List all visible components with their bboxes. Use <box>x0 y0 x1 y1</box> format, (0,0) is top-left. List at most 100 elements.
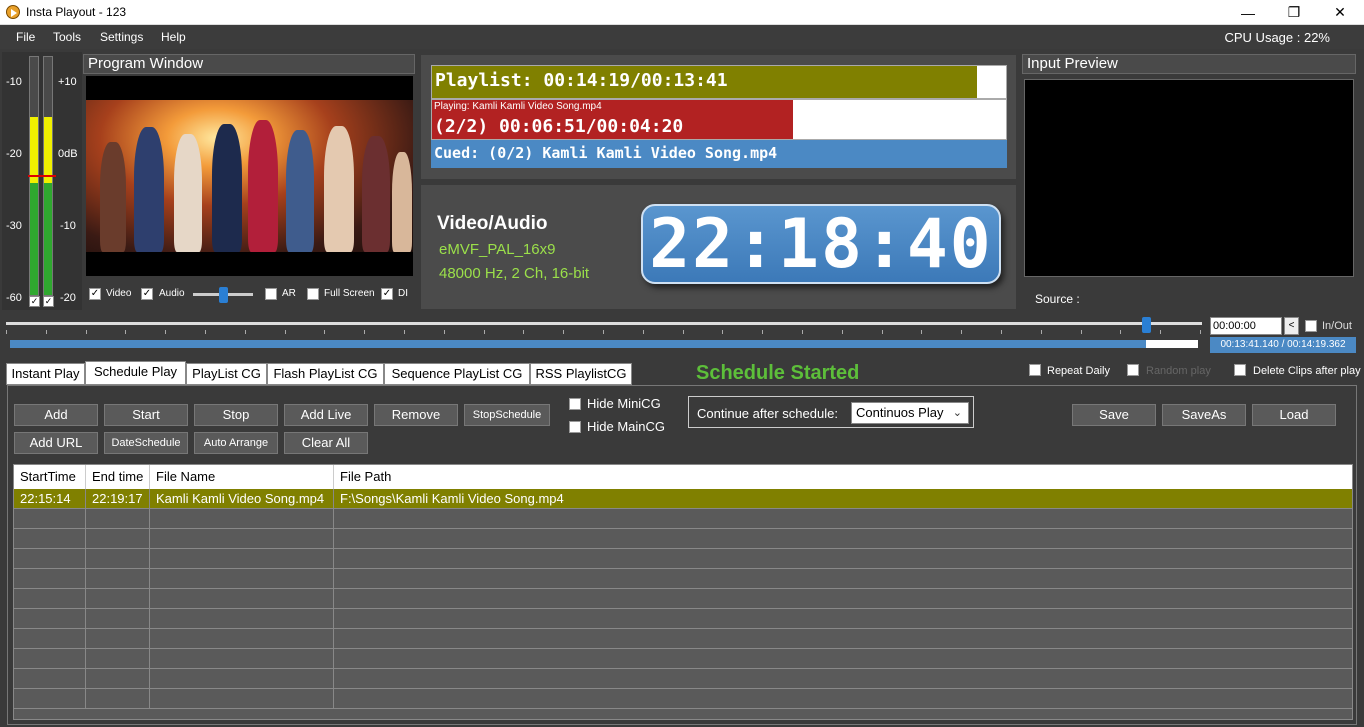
volume-slider-thumb[interactable] <box>219 287 228 303</box>
save-as-button[interactable]: SaveAs <box>1162 404 1246 426</box>
di-label: DI <box>398 288 408 299</box>
continue-after-schedule-select[interactable]: Continuos Play ⌄ <box>851 402 969 424</box>
vu-right-checkbox[interactable]: ✓ <box>43 296 54 307</box>
table-cell <box>150 609 334 629</box>
video-checkbox[interactable]: ✓ <box>89 288 101 300</box>
in-out-label: In/Out <box>1322 320 1352 332</box>
table-row[interactable] <box>14 609 1352 629</box>
tab-flash-playlist-cg[interactable]: Flash PlayList CG <box>267 363 384 385</box>
playlist-progress-remaining <box>977 66 1006 98</box>
save-button[interactable]: Save <box>1072 404 1156 426</box>
remove-button[interactable]: Remove <box>374 404 458 426</box>
table-cell <box>150 529 334 549</box>
table-row[interactable] <box>14 509 1352 529</box>
repeat-daily-checkbox[interactable] <box>1029 364 1041 376</box>
stop-schedule-button[interactable]: StopSchedule <box>464 404 550 426</box>
seek-bar[interactable] <box>6 317 1202 352</box>
program-window: Program Window ✓ Video ✓ Audio AR Full S… <box>83 54 415 310</box>
date-schedule-button[interactable]: DateSchedule <box>104 432 188 454</box>
vu-left-checkbox[interactable]: ✓ <box>29 296 40 307</box>
playing-progress-remaining <box>792 100 1006 139</box>
close-button[interactable]: ✕ <box>1317 0 1363 25</box>
media-info-panel: Video/Audio eMVF_PAL_16x9 48000 Hz, 2 Ch… <box>421 185 1016 309</box>
seek-tick <box>802 330 803 334</box>
table-cell <box>86 689 150 709</box>
table-cell <box>14 649 86 669</box>
table-row[interactable] <box>14 649 1352 669</box>
tab-rss-playlist-cg[interactable]: RSS PlaylistCG <box>530 363 632 385</box>
table-cell <box>334 649 1352 669</box>
column-header-file-path[interactable]: File Path <box>334 465 1352 489</box>
hide-maincg-checkbox[interactable] <box>569 421 581 433</box>
add-button[interactable]: Add <box>14 404 98 426</box>
table-cell <box>14 589 86 609</box>
seek-thumb[interactable] <box>1142 317 1152 333</box>
seek-tick <box>324 330 326 334</box>
video-frame-image <box>86 100 413 252</box>
table-cell <box>86 669 150 689</box>
add-url-button[interactable]: Add URL <box>14 432 98 454</box>
seek-tick <box>443 330 445 334</box>
table-row[interactable] <box>14 549 1352 569</box>
start-button[interactable]: Start <box>104 404 188 426</box>
add-live-button[interactable]: Add Live <box>284 404 368 426</box>
seek-tick <box>921 330 923 334</box>
volume-slider[interactable] <box>193 287 253 303</box>
video-label: Video <box>106 288 132 299</box>
maximize-button[interactable]: ❐ <box>1271 0 1317 25</box>
cued-bar: Cued: (0/2) Kamli Kamli Video Song.mp4 <box>431 140 1007 168</box>
table-cell <box>86 549 150 569</box>
table-cell: 22:15:14 <box>14 489 86 509</box>
column-header-end-time[interactable]: End time <box>86 465 150 489</box>
table-row[interactable] <box>14 689 1352 709</box>
continue-after-schedule-label: Continue after schedule: <box>697 406 838 421</box>
table-cell <box>334 689 1352 709</box>
table-row[interactable] <box>14 529 1352 549</box>
hide-minicg-checkbox[interactable] <box>569 398 581 410</box>
menu-file[interactable]: File <box>16 30 35 44</box>
table-row[interactable] <box>14 669 1352 689</box>
di-checkbox[interactable]: ✓ <box>381 288 393 300</box>
full-screen-checkbox[interactable] <box>307 288 319 300</box>
tab-playlist-cg[interactable]: PlayList CG <box>186 363 267 385</box>
column-header-file-name[interactable]: File Name <box>150 465 334 489</box>
auto-arrange-button[interactable]: Auto Arrange <box>194 432 278 454</box>
seek-tick <box>881 330 883 334</box>
table-cell <box>150 689 334 709</box>
vu-left-label: -20 <box>6 148 22 160</box>
table-row[interactable] <box>14 569 1352 589</box>
clear-all-button[interactable]: Clear All <box>284 432 368 454</box>
ar-checkbox[interactable] <box>265 288 277 300</box>
load-button[interactable]: Load <box>1252 404 1336 426</box>
menu-tools[interactable]: Tools <box>53 30 81 44</box>
tab-schedule-play[interactable]: Schedule Play <box>85 361 186 385</box>
random-play-checkbox[interactable] <box>1127 364 1139 376</box>
program-window-title: Program Window <box>83 54 415 74</box>
timecode-prev-button[interactable]: < <box>1284 317 1299 335</box>
continue-select-value: Continuos Play <box>856 405 944 420</box>
minimize-button[interactable]: — <box>1225 0 1271 25</box>
in-out-checkbox[interactable] <box>1305 320 1317 332</box>
seek-tick <box>85 330 87 334</box>
timecode-input[interactable]: 00:00:00 <box>1210 317 1282 335</box>
delete-clips-checkbox[interactable] <box>1234 364 1246 376</box>
tab-instant-play[interactable]: Instant Play <box>6 363 85 385</box>
table-cell <box>334 529 1352 549</box>
table-cell <box>14 629 86 649</box>
menu-help[interactable]: Help <box>161 30 186 44</box>
audio-checkbox[interactable]: ✓ <box>141 288 153 300</box>
seek-track[interactable] <box>6 322 1202 325</box>
table-row[interactable] <box>14 629 1352 649</box>
menu-settings[interactable]: Settings <box>100 30 143 44</box>
full-screen-label: Full Screen <box>324 288 375 299</box>
vu-bar-right <box>42 56 56 296</box>
playing-time: (2/2) 00:06:51/00:04:20 <box>434 116 684 137</box>
table-row[interactable] <box>14 589 1352 609</box>
stop-button[interactable]: Stop <box>194 404 278 426</box>
table-row[interactable]: 22:15:14 22:19:17 Kamli Kamli Video Song.m… <box>14 489 1352 509</box>
column-header-start-time[interactable]: StartTime <box>14 465 86 489</box>
tab-sequence-playlist-cg[interactable]: Sequence PlayList CG <box>384 363 530 385</box>
table-cell <box>86 529 150 549</box>
seek-tick <box>205 330 206 334</box>
program-video <box>86 76 413 276</box>
